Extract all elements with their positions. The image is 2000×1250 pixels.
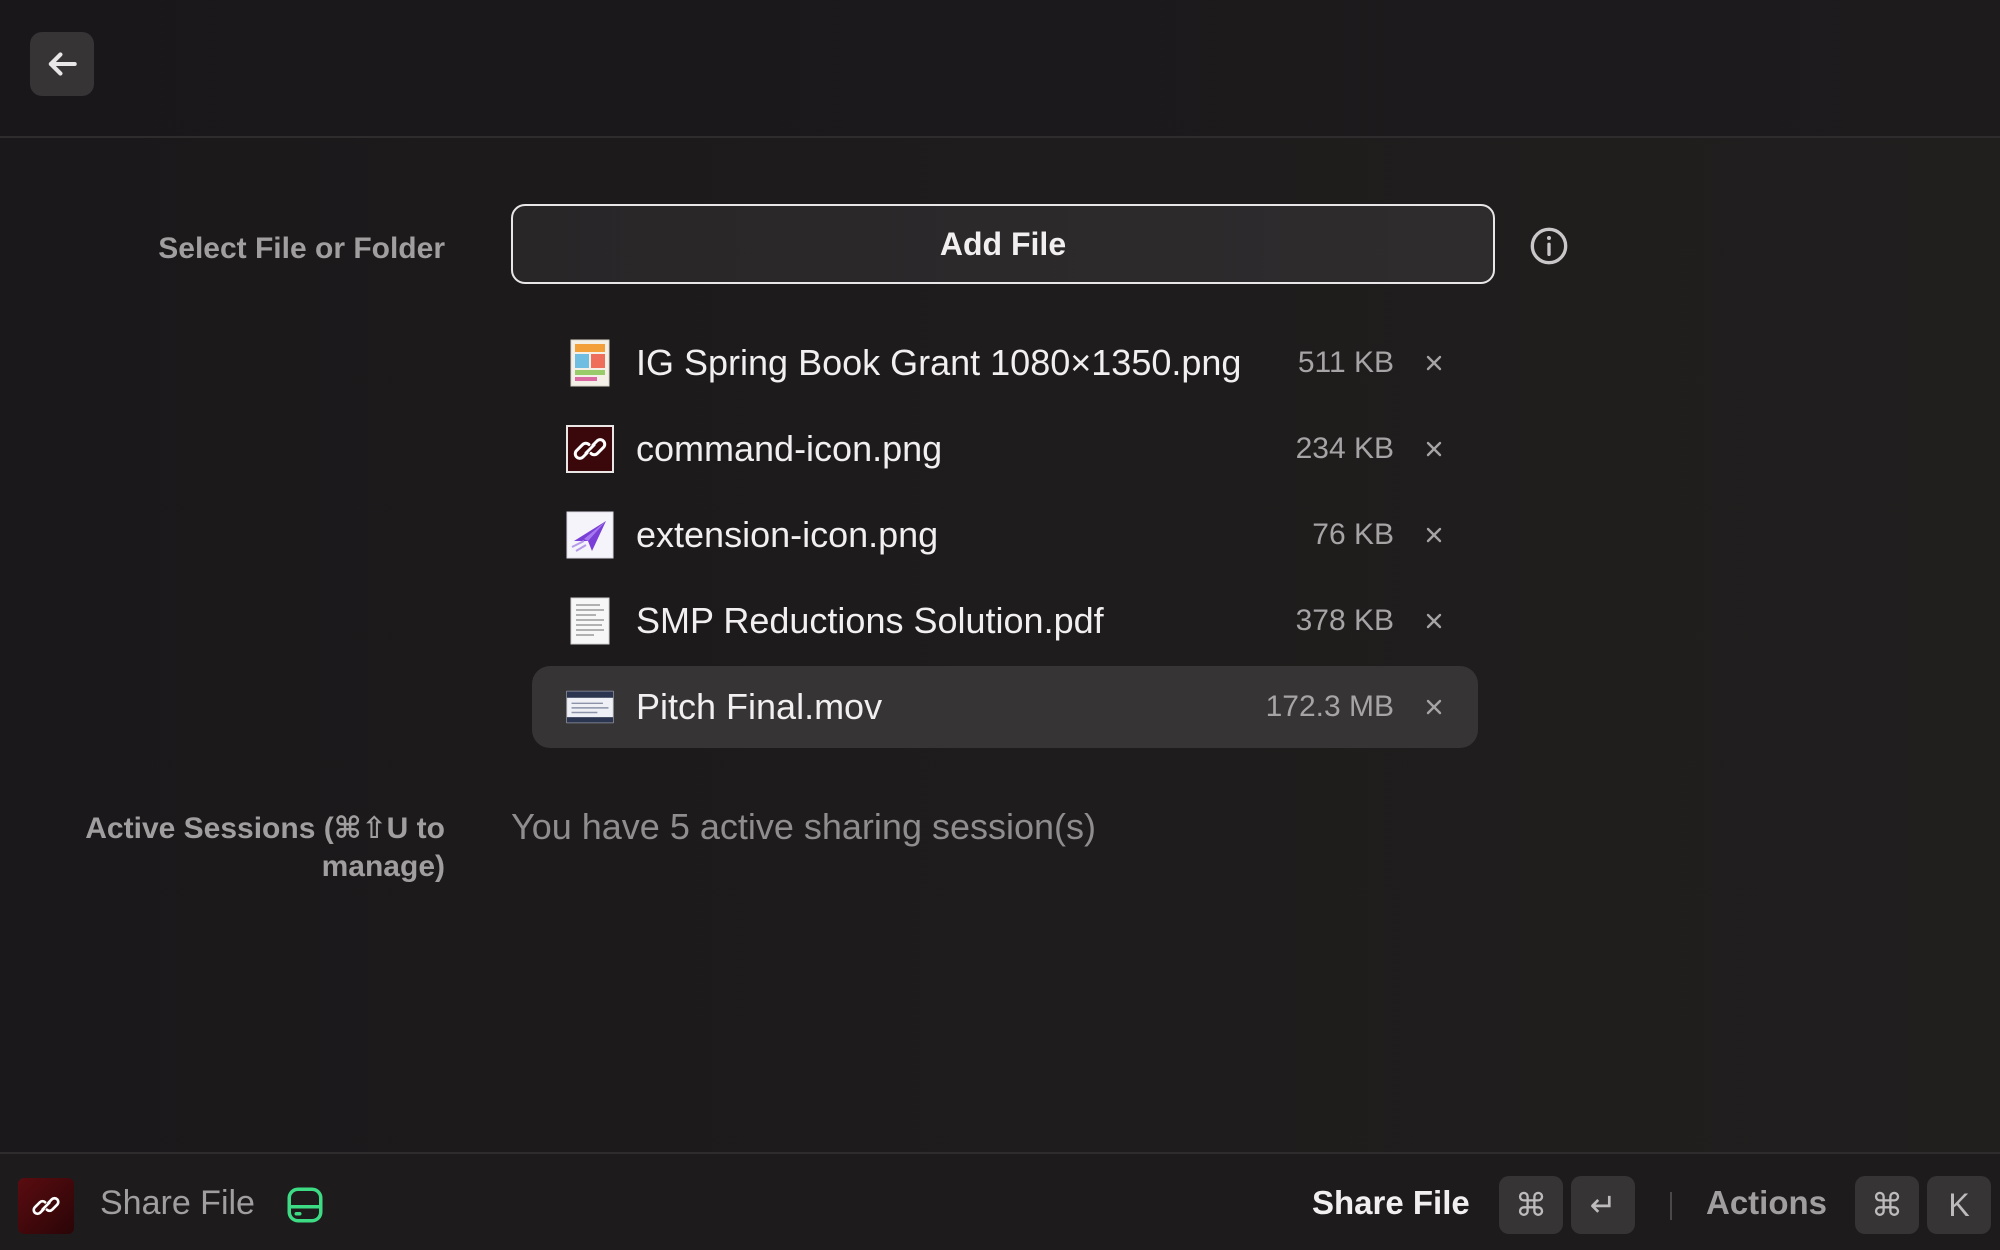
file-name: extension-icon.png	[636, 514, 939, 555]
info-icon[interactable]	[1529, 226, 1569, 266]
arrow-left-icon	[48, 52, 77, 76]
file-size: 76 KB	[1312, 518, 1394, 551]
link-thumbnail-icon	[566, 425, 614, 473]
image-thumbnail-icon	[566, 339, 614, 387]
link-icon	[18, 1178, 74, 1234]
drive-icon	[287, 1187, 323, 1223]
file-row[interactable]: extension-icon.png 76 KB	[532, 494, 1478, 576]
command-key-icon: ⌘	[1855, 1176, 1919, 1234]
file-size: 172.3 MB	[1265, 690, 1394, 723]
back-button[interactable]	[30, 32, 94, 96]
file-size: 378 KB	[1295, 604, 1394, 637]
active-sessions-text: You have 5 active sharing session(s)	[511, 806, 1096, 847]
close-icon	[1426, 441, 1442, 457]
file-size: 234 KB	[1295, 432, 1394, 465]
top-bar	[0, 0, 2000, 138]
return-key-icon: ↵	[1571, 1176, 1635, 1234]
file-row[interactable]: IG Spring Book Grant 1080×1350.png 511 K…	[532, 322, 1478, 404]
command-title: Share File	[100, 1184, 255, 1222]
file-name: SMP Reductions Solution.pdf	[636, 600, 1104, 641]
select-file-label: Select File or Folder	[158, 232, 445, 265]
action-bar: Share File Share File ⌘ ↵ Actions ⌘ K	[0, 1152, 2000, 1250]
file-list: IG Spring Book Grant 1080×1350.png 511 K…	[532, 322, 1478, 752]
file-name: command-icon.png	[636, 428, 943, 469]
divider	[1670, 1192, 1672, 1220]
share-file-action-button[interactable]: Share File	[1312, 1184, 1470, 1222]
file-row[interactable]: command-icon.png 234 KB	[532, 408, 1478, 490]
video-thumbnail-icon	[566, 683, 614, 731]
close-icon	[1426, 355, 1442, 371]
k-key-icon: K	[1927, 1176, 1991, 1234]
file-size: 511 KB	[1297, 346, 1394, 379]
remove-file-button[interactable]	[1420, 607, 1448, 635]
file-name: Pitch Final.mov	[636, 686, 883, 727]
remove-file-button[interactable]	[1420, 349, 1448, 377]
close-icon	[1426, 527, 1442, 543]
file-name: IG Spring Book Grant 1080×1350.png	[636, 342, 1242, 383]
actions-button[interactable]: Actions	[1706, 1184, 1827, 1222]
remove-file-button[interactable]	[1420, 693, 1448, 721]
document-thumbnail-icon	[566, 597, 614, 645]
command-key-icon: ⌘	[1499, 1176, 1563, 1234]
active-sessions-label: Active Sessions (⌘⇧U to manage)	[85, 812, 445, 883]
remove-file-button[interactable]	[1420, 521, 1448, 549]
file-row-selected[interactable]: Pitch Final.mov 172.3 MB	[532, 666, 1478, 748]
close-icon	[1426, 699, 1442, 715]
file-row[interactable]: SMP Reductions Solution.pdf 378 KB	[532, 580, 1478, 662]
add-file-button[interactable]: Add File	[511, 204, 1495, 284]
share-file-window: Select File or Folder Add File IG Spring…	[0, 0, 2000, 1250]
paper-plane-thumbnail-icon	[566, 511, 614, 559]
remove-file-button[interactable]	[1420, 435, 1448, 463]
close-icon	[1426, 613, 1442, 629]
